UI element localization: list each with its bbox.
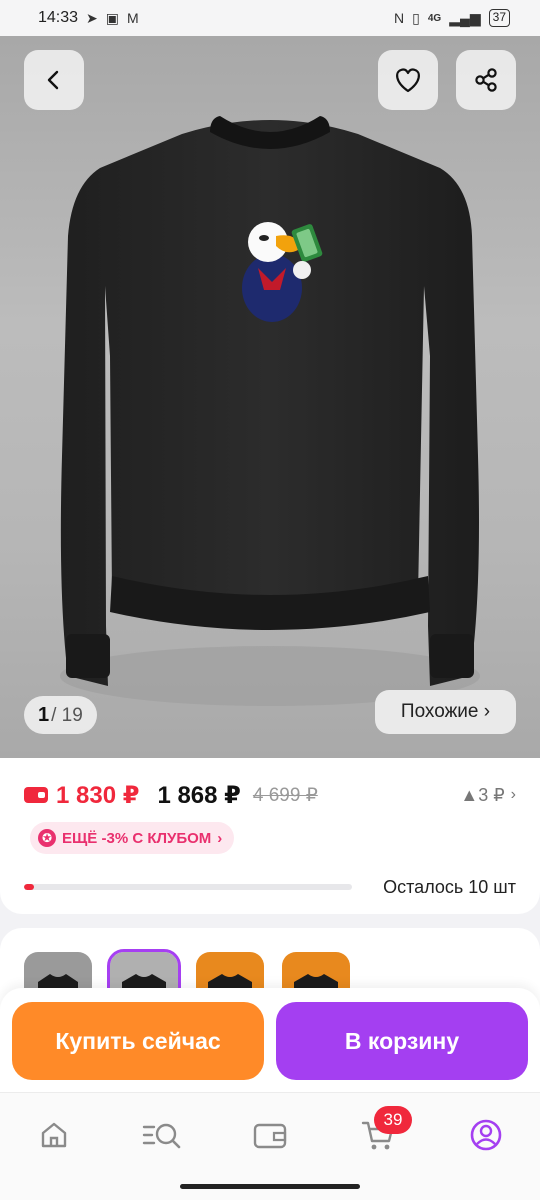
price-row: 1 830 ₽ 1 868 ₽ 4 699 ₽ ▲3 ₽ › (24, 780, 516, 810)
image-counter-current: 1 (38, 704, 50, 726)
wallet-price-icon (24, 787, 48, 803)
star-icon: ✪ (38, 829, 56, 847)
stock-progress-bar (24, 884, 352, 890)
buy-now-button[interactable]: Купить сейчас (12, 1002, 264, 1080)
old-price: 4 699 ₽ (252, 784, 318, 806)
nav-wallet[interactable] (250, 1115, 290, 1155)
add-to-cart-button[interactable]: В корзину (276, 1002, 528, 1080)
battery-indicator: 37 (488, 9, 510, 27)
mail-icon: M (127, 10, 139, 26)
back-button[interactable] (24, 50, 84, 110)
signal-icon: ▂▄▆ (449, 9, 481, 26)
image-counter: 1 / 19 (24, 696, 97, 734)
club-discount-label: ЕЩЁ -3% С КЛУБОМ (62, 829, 212, 847)
stock-row: Осталось 10 шт (24, 876, 516, 898)
catalog-search-icon (142, 1123, 181, 1149)
similar-products-button[interactable]: Похожие › (375, 690, 516, 734)
image-counter-total: / 19 (51, 705, 83, 726)
chevron-left-icon (47, 70, 59, 90)
wallet-icon (253, 1123, 287, 1149)
chevron-right-icon: › (217, 829, 223, 847)
share-button[interactable] (456, 50, 516, 110)
share-icon (475, 68, 497, 92)
club-discount-badge[interactable]: ✪ ЕЩЁ -3% С КЛУБОМ › (30, 822, 235, 854)
telegram-icon: ➤ (86, 9, 98, 26)
stock-remaining: Осталось 10 шт (383, 876, 516, 897)
stock-progress-fill (24, 884, 34, 890)
app-notification-icon: ▣ (105, 9, 120, 26)
network-type: 4G (427, 12, 442, 24)
nav-home[interactable] (34, 1115, 74, 1155)
vibrate-icon: ▯ (412, 9, 420, 26)
nav-catalog[interactable] (142, 1115, 182, 1155)
profile-icon (470, 1119, 502, 1151)
product-gallery[interactable]: 1 / 19 Похожие › (0, 36, 540, 758)
home-icon (41, 1122, 67, 1148)
home-indicator (180, 1184, 360, 1189)
product-image (60, 116, 480, 706)
nfc-icon: N (394, 10, 405, 26)
price-card: 1 830 ₽ 1 868 ₽ 4 699 ₽ ▲3 ₽ › ✪ ЕЩЁ -3%… (0, 758, 540, 914)
heart-icon (396, 68, 420, 93)
cart-count-badge: 39 (374, 1106, 412, 1134)
nav-profile[interactable] (466, 1115, 506, 1155)
cashback-amount: ▲3 ₽ (460, 784, 505, 805)
status-time: 14:33 (38, 9, 79, 26)
wallet-price: 1 830 ₽ (56, 781, 140, 809)
favorite-button[interactable] (378, 50, 438, 110)
cashback-link[interactable]: ▲3 ₽ › (460, 785, 516, 806)
current-price: 1 868 ₽ (157, 781, 241, 809)
action-bar: Купить сейчас В корзину (0, 988, 540, 1092)
status-bar: 14:33 ➤ ▣ M N ▯ 4G ▂▄▆ 37 (0, 0, 540, 36)
chevron-right-icon: › (510, 786, 516, 803)
